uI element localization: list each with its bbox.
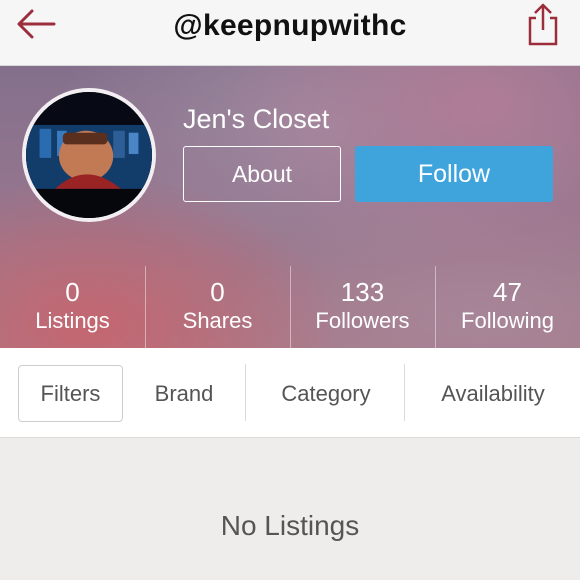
stat-label: Following [461, 308, 554, 333]
stat-label: Followers [315, 308, 410, 333]
stat-label: Shares [182, 308, 253, 333]
stat-count: 0 [210, 277, 225, 307]
filter-bar: Filters Brand Category Availability [0, 348, 580, 438]
stat-label: Listings [35, 308, 110, 333]
avatar-image [26, 92, 152, 218]
divider [404, 364, 405, 421]
back-button[interactable] [14, 6, 58, 42]
stat-listings[interactable]: 0 Listings [0, 266, 145, 348]
divider [245, 364, 246, 421]
stat-shares[interactable]: 0 Shares [145, 266, 290, 348]
follow-button[interactable]: Follow [355, 146, 553, 202]
stat-count: 0 [65, 277, 80, 307]
share-button[interactable] [526, 2, 560, 46]
closet-name: Jen's Closet [183, 104, 330, 134]
brand-filter[interactable]: Brand [128, 365, 240, 422]
empty-state-message: No Listings [220, 510, 360, 541]
availability-filter[interactable]: Availability [408, 365, 578, 422]
share-icon [528, 3, 558, 46]
stat-following[interactable]: 47 Following [435, 266, 580, 348]
filters-button[interactable]: Filters [18, 365, 123, 422]
back-arrow-icon [17, 9, 56, 39]
top-navigation-bar: @keepnupwithc [0, 0, 580, 66]
profile-header: Jen's Closet About Follow 0 Listings 0 S… [0, 66, 580, 348]
category-filter[interactable]: Category [250, 365, 402, 422]
stat-followers[interactable]: 133 Followers [290, 266, 435, 348]
profile-stats: 0 Listings 0 Shares 133 Followers 47 Fol… [0, 266, 580, 348]
stat-count: 47 [493, 277, 522, 307]
page-title-username: @keepnupwithc [173, 9, 407, 42]
stat-count: 133 [340, 277, 385, 307]
avatar[interactable] [22, 88, 156, 222]
about-button[interactable]: About [183, 146, 341, 202]
